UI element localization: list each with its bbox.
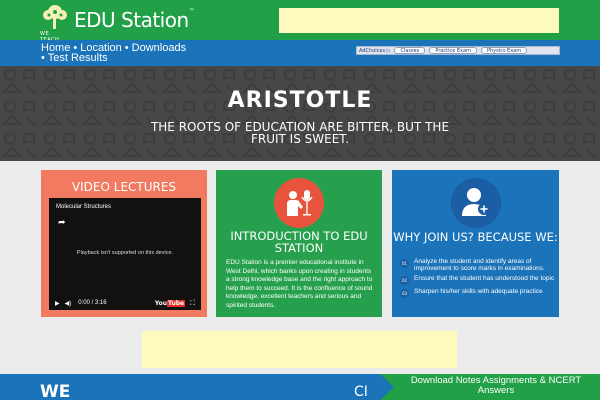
adchoices-label[interactable]: AdChoices ▷: [359, 48, 390, 54]
list-item: 02 Ensure that the student has understoo…: [400, 275, 555, 285]
footer-heading: WE: [40, 382, 71, 400]
list-item-text: Sharpen his/her skills with adequate pra…: [414, 288, 543, 295]
introduction-text: EDU Station is a premier educational ins…: [226, 259, 373, 309]
introduction-title: INTRODUCTION TO EDU STATION: [230, 229, 368, 255]
youtube-logo-icon[interactable]: YouTube: [155, 299, 186, 307]
download-notes-banner[interactable]: Download Notes Assignments & NCERT Answe…: [380, 374, 600, 400]
tree-logo-icon: WE TEACH: [40, 4, 70, 43]
list-item-text: Ensure that the student has understood t…: [414, 275, 555, 282]
player-controls: ▶ ◀) 0:00 / 3:16 YouTube ⛶: [49, 296, 201, 310]
video-player[interactable]: Molecular Structures ➦ Playback isn't su…: [49, 198, 201, 310]
list-item: 03 Sharpen his/her skills with adequate …: [400, 288, 555, 298]
main-nav: Home • Location • Downloads • Test Results Ad…: [0, 40, 600, 66]
content-ad-slot[interactable]: [142, 331, 457, 368]
header-ad-slot[interactable]: [279, 8, 559, 33]
introduction-card: INTRODUCTION TO EDU STATION EDU Station …: [216, 170, 382, 317]
list-item-text: Analyze the student and identify areas o…: [414, 258, 545, 272]
list-number: 02: [400, 276, 409, 285]
ad-links-bar: AdChoices ▷ Classes Practice Exam Physic…: [356, 46, 560, 55]
list-item: 01 Analyze the student and identify area…: [400, 258, 555, 272]
hero-quote: THE ROOTS OF EDUCATION ARE BITTER, BUT T…: [150, 120, 450, 146]
ad-link-classes[interactable]: Classes: [394, 47, 426, 54]
video-time: 0:00 / 3:16: [78, 300, 107, 306]
nav-separator: •: [124, 42, 129, 54]
ad-link-physics-exam[interactable]: Physics Exam: [480, 47, 528, 54]
why-join-card: WHY JOIN US? BECAUSE WE: 01 Analyze the …: [392, 170, 559, 317]
video-title[interactable]: Molecular Structures: [56, 204, 111, 210]
play-icon[interactable]: ▶: [55, 300, 60, 307]
why-join-title: WHY JOIN US? BECAUSE WE:: [393, 230, 558, 244]
why-join-list: 01 Analyze the student and identify area…: [400, 258, 555, 301]
nav-links: Home • Location • Downloads • Test Results: [41, 42, 241, 64]
volume-icon[interactable]: ◀): [65, 300, 72, 307]
hero-background-pattern: [0, 66, 600, 161]
video-lectures-card: VIDEO LECTURES Molecular Structures ➦ Pl…: [41, 170, 207, 317]
nav-test-results[interactable]: Test Results: [48, 52, 108, 64]
list-number: 01: [400, 259, 409, 268]
video-lectures-title: VIDEO LECTURES: [71, 180, 177, 194]
playback-message: Playback isn't supported on this device.: [76, 250, 174, 256]
site-logo[interactable]: WE TEACH EDU Station™: [40, 4, 195, 43]
footer-partial-text: CI: [354, 384, 368, 400]
brand-name: EDU Station™: [74, 8, 195, 32]
presenter-microphone-icon: [274, 178, 324, 228]
add-user-icon: [450, 178, 501, 228]
site-header: WE TEACH EDU Station™: [0, 0, 600, 43]
nav-separator: •: [41, 52, 45, 64]
hero-title: ARISTOTLE: [227, 88, 373, 113]
fullscreen-icon[interactable]: ⛶: [190, 299, 195, 308]
ad-link-practice-exam[interactable]: Practice Exam: [429, 47, 477, 54]
hero-banner: ARISTOTLE THE ROOTS OF EDUCATION ARE BIT…: [0, 66, 600, 161]
download-notes-link[interactable]: Download Notes Assignments & NCERT Answe…: [396, 376, 596, 396]
nav-downloads[interactable]: Downloads: [132, 42, 186, 54]
arrow-icon: [380, 374, 394, 400]
list-number: 03: [400, 289, 409, 298]
share-icon[interactable]: ➦: [58, 218, 66, 228]
